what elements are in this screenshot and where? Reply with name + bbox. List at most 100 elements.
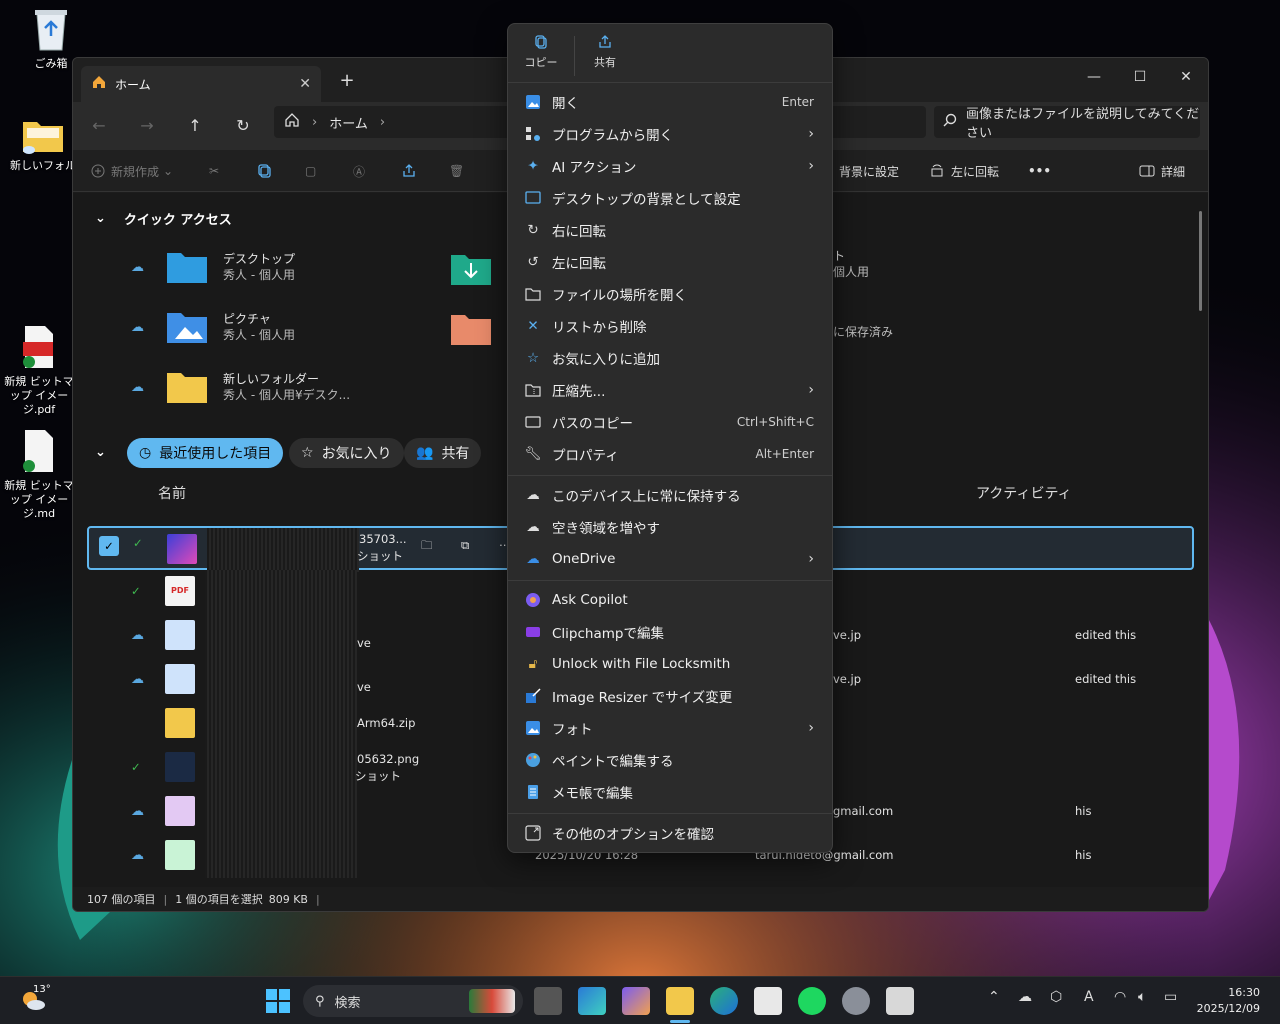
maximize-button[interactable]: ☐ <box>1117 62 1163 92</box>
menu-item-open-with[interactable]: プログラムから開く › <box>512 119 828 149</box>
menu-item-ask-copilot[interactable]: Ask Copilot <box>512 585 828 615</box>
copilot-icon[interactable]: ⧉ <box>461 538 469 553</box>
menu-item-more-options[interactable]: その他のオプションを確認 <box>512 818 828 848</box>
set-background-button[interactable]: 背景に設定 <box>839 160 899 182</box>
menu-item-file-locksmith[interactable]: 🔓︎ Unlock with File Locksmith <box>512 649 828 679</box>
chevron-right-icon[interactable]: › <box>380 115 385 130</box>
breadcrumb-home[interactable]: ホーム <box>329 113 368 132</box>
checkbox[interactable]: ✓ <box>99 536 119 556</box>
up-arrow-icon[interactable]: ↑ <box>181 112 209 140</box>
menu-item-set-wallpaper[interactable]: デスクトップの背景として設定 <box>512 183 828 213</box>
chevron-down-icon[interactable]: ⌄ <box>95 445 106 460</box>
vertical-scrollbar[interactable] <box>1199 211 1202 311</box>
new-tab-button[interactable]: + <box>335 70 359 94</box>
menu-item-notepad[interactable]: メモ帳で編集 <box>512 777 828 807</box>
desktop-folder-icon <box>167 253 207 283</box>
menu-item-add-favorite[interactable]: ☆ お気に入りに追加 <box>512 343 828 373</box>
start-button[interactable] <box>264 987 292 1015</box>
search-input[interactable]: 画像またはファイルを説明してみてください <box>934 106 1200 141</box>
quick-access-item[interactable]: ☁ デスクトップ 秀人 - 個人用 <box>131 239 295 295</box>
paste-icon[interactable]: ▢ <box>305 160 316 182</box>
weather-widget[interactable]: 13° <box>20 984 51 1013</box>
menu-item-ai-actions[interactable]: ✦ AI アクション › <box>512 151 828 181</box>
menu-item-properties[interactable]: 🔧︎ プロパティ Alt+Enter <box>512 439 828 469</box>
menu-item-open-location[interactable]: ファイルの場所を開く <box>512 279 828 309</box>
battery-icon[interactable]: ▭ <box>1164 989 1177 1005</box>
delete-icon[interactable]: 🗑 <box>449 160 464 182</box>
copy-icon[interactable] <box>257 160 279 182</box>
desktop-icon-md[interactable]: 新規 ビットマップ イメージ.md <box>2 428 76 521</box>
tab-home[interactable]: ホーム ✕ <box>81 66 321 102</box>
shortcut-label: Alt+Enter <box>755 447 814 461</box>
quick-access-item[interactable]: ☁ ピクチャ 秀人 - 個人用 <box>131 299 295 355</box>
filter-favorites[interactable]: ☆ お気に入り <box>289 438 404 468</box>
menu-item-photos[interactable]: フォト › <box>512 713 828 743</box>
menu-item-open[interactable]: 開く Enter <box>512 87 828 117</box>
taskbar-search[interactable]: ⚲ 検索 <box>303 985 523 1017</box>
settings-gear-icon[interactable] <box>842 987 870 1015</box>
volume-icon[interactable]: 🔈︎ <box>1138 989 1146 1005</box>
open-with-icon <box>524 125 542 143</box>
task-view-icon[interactable] <box>534 987 562 1015</box>
menu-item-paint[interactable]: ペイントで編集する <box>512 745 828 775</box>
close-window-button[interactable]: ✕ <box>1163 62 1208 92</box>
back-arrow-icon[interactable]: ← <box>85 112 113 140</box>
share-button[interactable]: 共有 <box>580 34 630 70</box>
menu-item-onedrive[interactable]: ☁ OneDrive › <box>512 544 828 574</box>
shortcut-icon <box>165 796 195 826</box>
spotify-icon[interactable] <box>798 987 826 1015</box>
quick-access-item[interactable]: ☁ 新しいフォルダー 秀人 - 個人用¥デスク... <box>131 359 350 415</box>
menu-item-remove-from-list[interactable]: ✕ リストから削除 <box>512 311 828 341</box>
details-button[interactable]: 詳細 <box>1139 160 1185 182</box>
filter-shared[interactable]: 👥 共有 <box>404 438 482 468</box>
chevron-up-icon[interactable]: ⌃ <box>988 989 1000 1005</box>
rename-icon[interactable]: Ⓐ <box>353 160 365 182</box>
chevron-right-icon: › <box>808 158 814 174</box>
wallpaper-icon <box>524 189 542 207</box>
onedrive-tray-icon[interactable]: ☁ <box>1018 989 1032 1005</box>
folder-open-icon <box>524 285 542 303</box>
quick-access-header[interactable]: ⌄ クイック アクセス <box>95 209 232 228</box>
menu-item-rotate-right[interactable]: ↻ 右に回転 <box>512 215 828 245</box>
photo-open-icon <box>524 93 542 111</box>
cut-icon[interactable]: ✂ <box>209 160 219 182</box>
divider <box>508 475 832 476</box>
menu-item-copy-path[interactable]: パスのコピー Ctrl+Shift+C <box>512 407 828 437</box>
rotate-left-button[interactable]: 左に回転 <box>929 160 999 182</box>
copilot-icon[interactable] <box>622 987 650 1015</box>
edge-icon[interactable] <box>710 987 738 1015</box>
star-icon: ☆ <box>301 445 314 461</box>
copy-button[interactable]: コピー <box>516 34 566 70</box>
minimize-button[interactable]: — <box>1071 62 1117 92</box>
open-folder-icon[interactable]: 🗀 <box>421 538 433 557</box>
refresh-icon[interactable]: ↻ <box>229 112 257 140</box>
forward-arrow-icon[interactable]: → <box>133 112 161 140</box>
ime-indicator[interactable]: A <box>1084 989 1094 1005</box>
menu-item-clipchamp[interactable]: Clipchampで編集 <box>512 617 828 647</box>
menu-item-free-space[interactable]: ☁ 空き領域を増やす <box>512 512 828 542</box>
menu-item-rotate-left[interactable]: ↺ 左に回転 <box>512 247 828 277</box>
column-header-activity[interactable]: アクティビティ <box>976 483 1072 503</box>
redacted-filename <box>207 528 359 572</box>
column-header-name[interactable]: 名前 <box>158 483 186 503</box>
close-tab-icon[interactable]: ✕ <box>299 76 311 92</box>
share-icon[interactable] <box>401 160 423 182</box>
copilot-pre-icon[interactable] <box>578 987 606 1015</box>
app-tray-icon[interactable]: ⬡ <box>1050 989 1062 1005</box>
menu-item-image-resizer[interactable]: Image Resizer でサイズ変更 <box>512 681 828 711</box>
store-icon[interactable] <box>754 987 782 1015</box>
clock[interactable]: 16:30 2025/12/09 <box>1197 985 1260 1017</box>
filter-recent[interactable]: ◷ 最近使用した項目 <box>127 438 284 468</box>
people-icon: 👥 <box>416 445 434 461</box>
wifi-icon[interactable]: ◠ <box>1114 989 1126 1005</box>
divider <box>508 580 832 581</box>
menu-item-compress[interactable]: 圧縮先... › <box>512 375 828 405</box>
desktop-icon-new-folder[interactable]: 新しいフォル <box>6 116 80 173</box>
more-options-icon[interactable]: ••• <box>1028 160 1051 182</box>
presentation-icon[interactable] <box>886 987 914 1015</box>
desktop-icon-pdf[interactable]: 新規 ビットマップ イメージ.pdf <box>2 324 76 417</box>
new-button[interactable]: 新規作成 ⌄ <box>91 160 173 182</box>
menu-item-keep-on-device[interactable]: ☁ このデバイス上に常に保持する <box>512 480 828 510</box>
folder-name: ピクチャ <box>223 312 271 326</box>
file-explorer-icon[interactable] <box>666 987 694 1015</box>
